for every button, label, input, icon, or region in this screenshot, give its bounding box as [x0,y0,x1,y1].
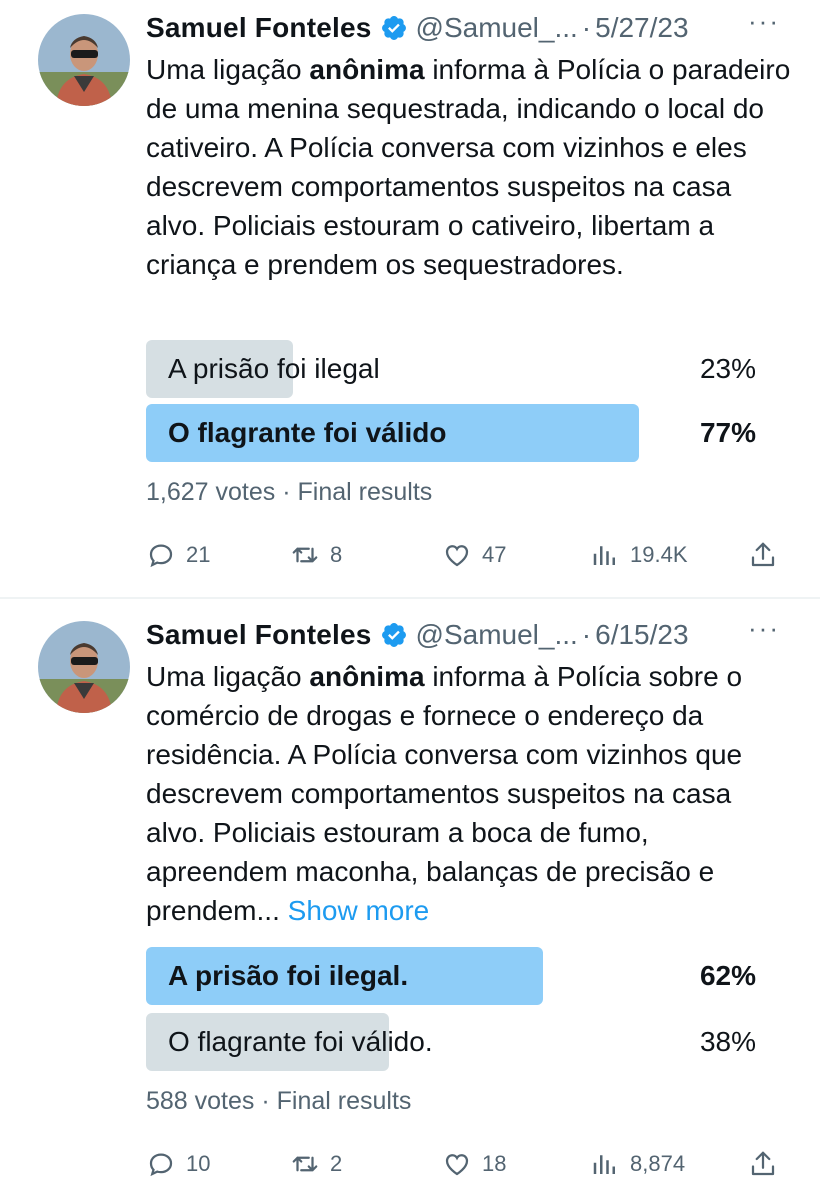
poll-meta: 1,627 votes · Final results [146,478,432,507]
text-bold: anônima [309,54,425,85]
tweet-1[interactable]: Samuel Fonteles @Samuel_... · 5/27/23 ··… [0,0,820,597]
like-button[interactable]: 18 [442,1144,506,1184]
reply-count: 10 [186,1151,211,1176]
avatar[interactable] [38,621,130,713]
poll-option-percent: 62% [699,960,756,991]
views-count: 19.4K [630,542,688,567]
tweet-header: Samuel Fonteles @Samuel_... · 5/27/23 [146,8,820,48]
like-icon [445,545,469,567]
poll-status: Final results [297,478,433,506]
separator-dot: · [581,619,592,650]
views-button[interactable]: 19.4K [590,535,688,575]
poll-option-2: O flagrante foi válido. 38% [146,1013,756,1071]
poll-option-label: A prisão foi ilegal. [168,960,409,991]
poll-option-label: O flagrante foi válido. [168,1026,433,1057]
text-bold: anônima [309,661,425,692]
author-name[interactable]: Samuel Fonteles [146,619,372,651]
author-name[interactable]: Samuel Fonteles [146,12,372,44]
views-icon [593,546,615,565]
poll-option-percent: 77% [699,417,756,448]
like-count: 18 [482,1151,507,1176]
share-button[interactable] [748,1144,788,1184]
share-button[interactable] [748,535,788,575]
avatar[interactable] [38,14,130,106]
like-count: 47 [482,542,507,567]
separator-dot: · [282,478,291,506]
text-part-2: informa à Polícia sobre o comércio de dr… [146,661,743,926]
share-icon [751,542,775,567]
poll-option-percent: 23% [699,353,756,384]
like-button[interactable]: 47 [442,535,506,575]
poll-status: Final results [276,1087,412,1115]
retweet-button[interactable]: 8 [290,535,342,575]
text-part-2: informa à Polícia o paradeiro de uma men… [146,54,791,280]
retweet-icon [292,547,318,563]
action-bar: 21 8 47 19.4K [146,535,786,575]
poll-option-label: A prisão foi ilegal [168,353,380,384]
reply-icon [149,544,173,568]
action-bar: 10 2 18 8,874 [146,1144,786,1184]
share-icon [751,1151,775,1176]
poll-option-label: O flagrante foi válido [168,417,447,448]
more-icon[interactable]: ··· [748,613,780,644]
tweet-2[interactable]: Samuel Fonteles @Samuel_... · 6/15/23 ··… [0,599,820,1200]
reply-button[interactable]: 10 [146,1144,210,1184]
tweet-date[interactable]: 5/27/23 [595,12,688,44]
poll-meta: 588 votes · Final results [146,1087,411,1116]
separator-dot: · [581,12,592,43]
text-part-1: Uma ligação [146,661,310,692]
poll-option-1: A prisão foi ilegal. 62% [146,947,756,1005]
verified-badge-icon [380,14,408,42]
verified-badge-icon [380,621,408,649]
views-count: 8,874 [630,1151,686,1176]
retweet-icon [292,1156,318,1172]
separator-dot: · [261,1087,270,1115]
tweet-text: Uma ligação anônima informa à Polícia o … [146,50,796,284]
author-handle[interactable]: @Samuel_... [416,12,578,44]
poll-option-2: O flagrante foi válido 77% [146,404,756,462]
retweet-button[interactable]: 2 [290,1144,342,1184]
tweet-date[interactable]: 6/15/23 [595,619,688,651]
poll-votes: 588 votes [146,1087,255,1115]
retweet-count: 8 [330,542,343,567]
views-button[interactable]: 8,874 [590,1144,685,1184]
like-icon [445,1154,469,1176]
show-more-link[interactable]: Show more [288,895,430,926]
author-handle[interactable]: @Samuel_... [416,619,578,651]
retweet-count: 2 [330,1151,343,1176]
poll-option-percent: 38% [699,1026,756,1057]
reply-button[interactable]: 21 [146,535,210,575]
poll-option-1: A prisão foi ilegal 23% [146,340,756,398]
tweet-text: Uma ligação anônima informa à Polícia so… [146,657,796,930]
more-icon[interactable]: ··· [748,6,780,37]
text-part-1: Uma ligação [146,54,310,85]
reply-count: 21 [186,542,211,567]
poll-votes: 1,627 votes [146,478,276,506]
tweet-header: Samuel Fonteles @Samuel_... · 6/15/23 [146,615,820,655]
views-icon [593,1155,615,1174]
reply-icon [149,1153,173,1177]
